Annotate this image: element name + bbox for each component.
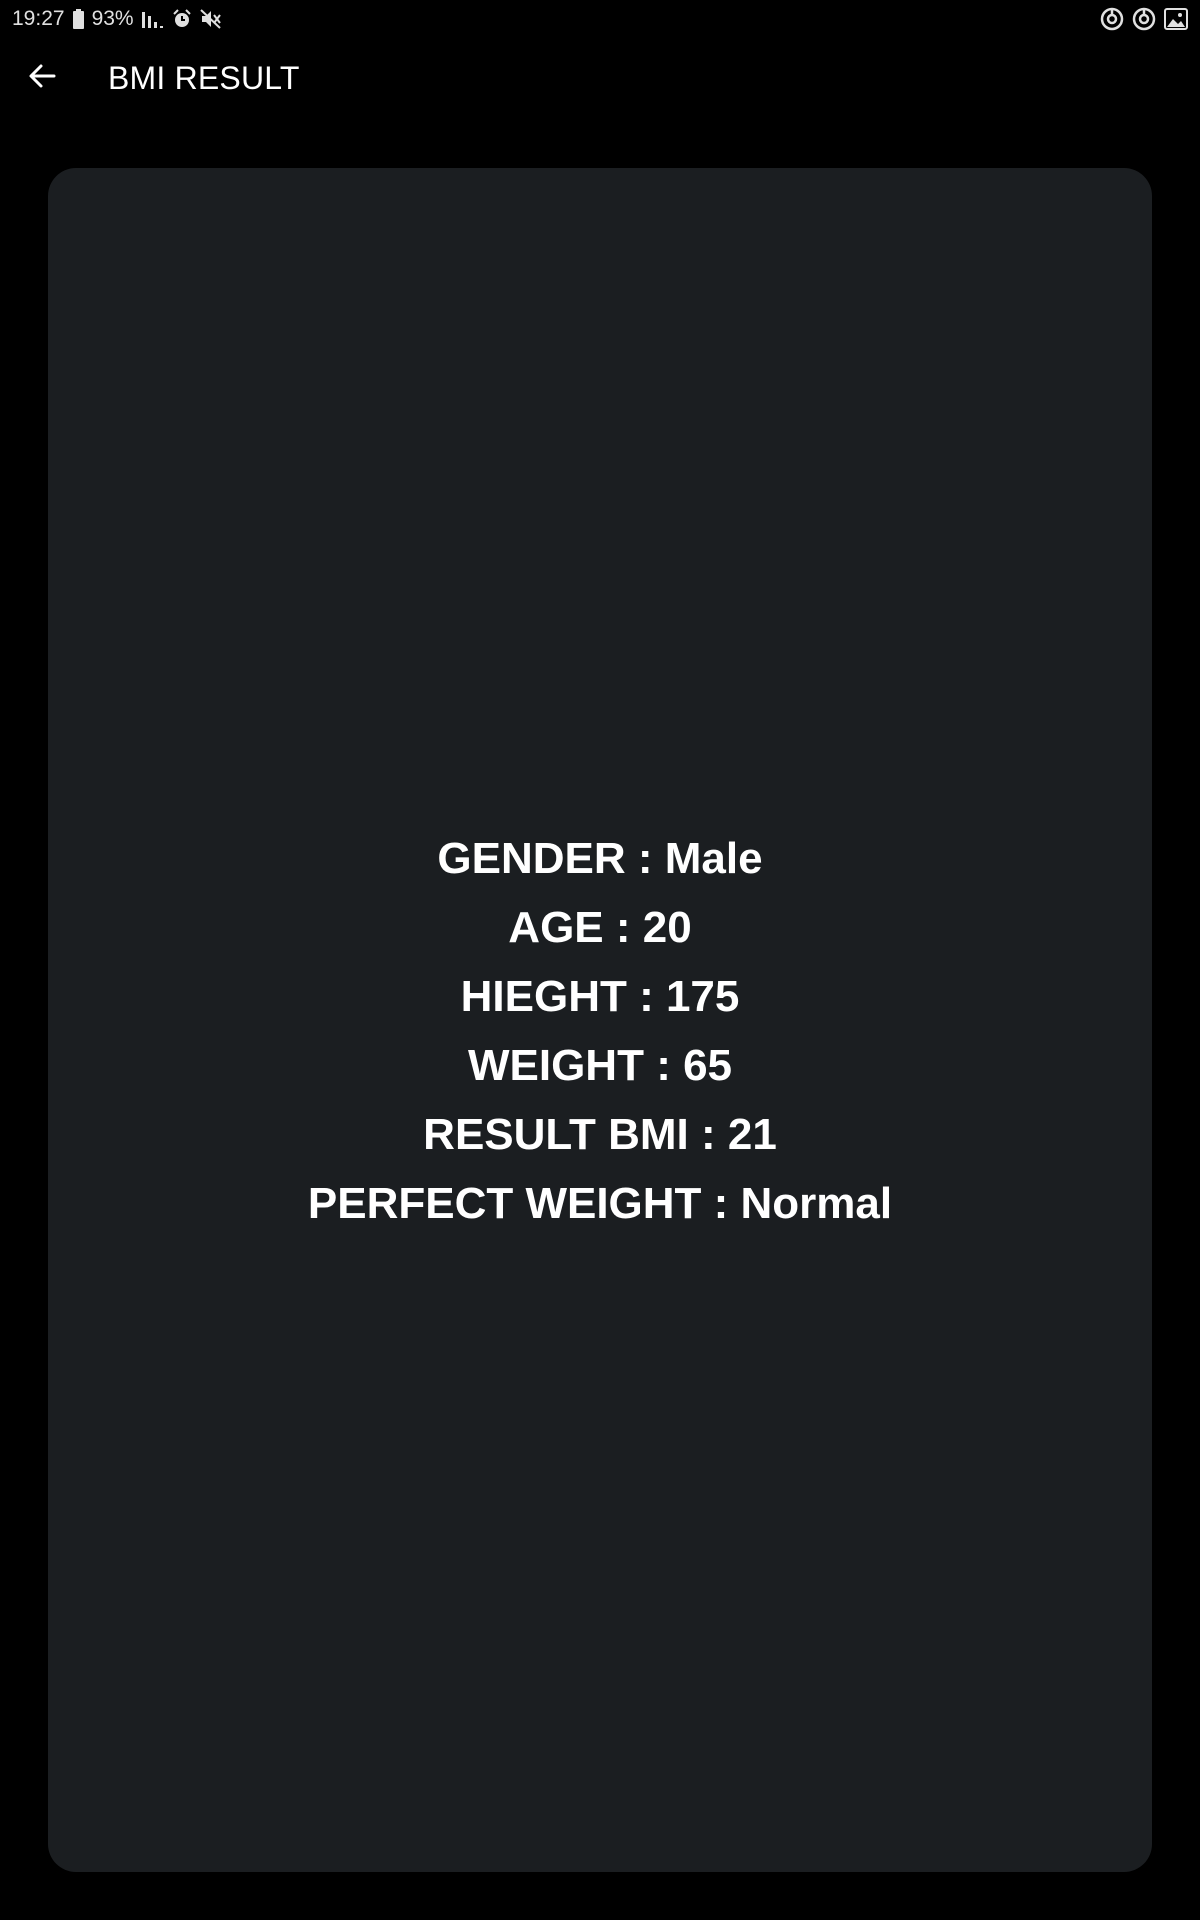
alarm-icon <box>172 9 192 29</box>
sync-icon <box>1100 7 1124 31</box>
result-details: GENDER : Male AGE : 20 HIEGHT : 175 WEIG… <box>308 824 892 1238</box>
mute-icon <box>199 9 222 29</box>
weight-category-text: PERFECT WEIGHT : Normal <box>307 1179 893 1228</box>
bmi-result-text: RESULT BMI : 21 <box>423 1110 777 1159</box>
signal-icon <box>141 10 164 28</box>
battery-icon <box>72 9 84 29</box>
back-button[interactable] <box>12 48 72 108</box>
arrow-left-icon <box>28 62 56 95</box>
status-bar: 19:27 93% <box>0 0 1200 38</box>
page-title: BMI RESULT <box>108 59 300 96</box>
app-bar: BMI RESULT <box>0 38 1200 118</box>
status-right <box>1100 7 1188 31</box>
height-text: HIEGHT : 175 <box>460 972 740 1021</box>
image-icon <box>1164 8 1188 30</box>
gender-text: GENDER : Male <box>437 834 763 883</box>
battery-level: 93% <box>91 7 134 30</box>
age-text: AGE : 20 <box>508 903 692 952</box>
sync-icon <box>1132 7 1156 31</box>
status-time: 19:27 <box>12 7 65 30</box>
status-left: 19:27 93% <box>12 7 222 31</box>
weight-text: WEIGHT : 65 <box>467 1041 733 1090</box>
result-card: GENDER : Male AGE : 20 HIEGHT : 175 WEIG… <box>48 168 1152 1872</box>
